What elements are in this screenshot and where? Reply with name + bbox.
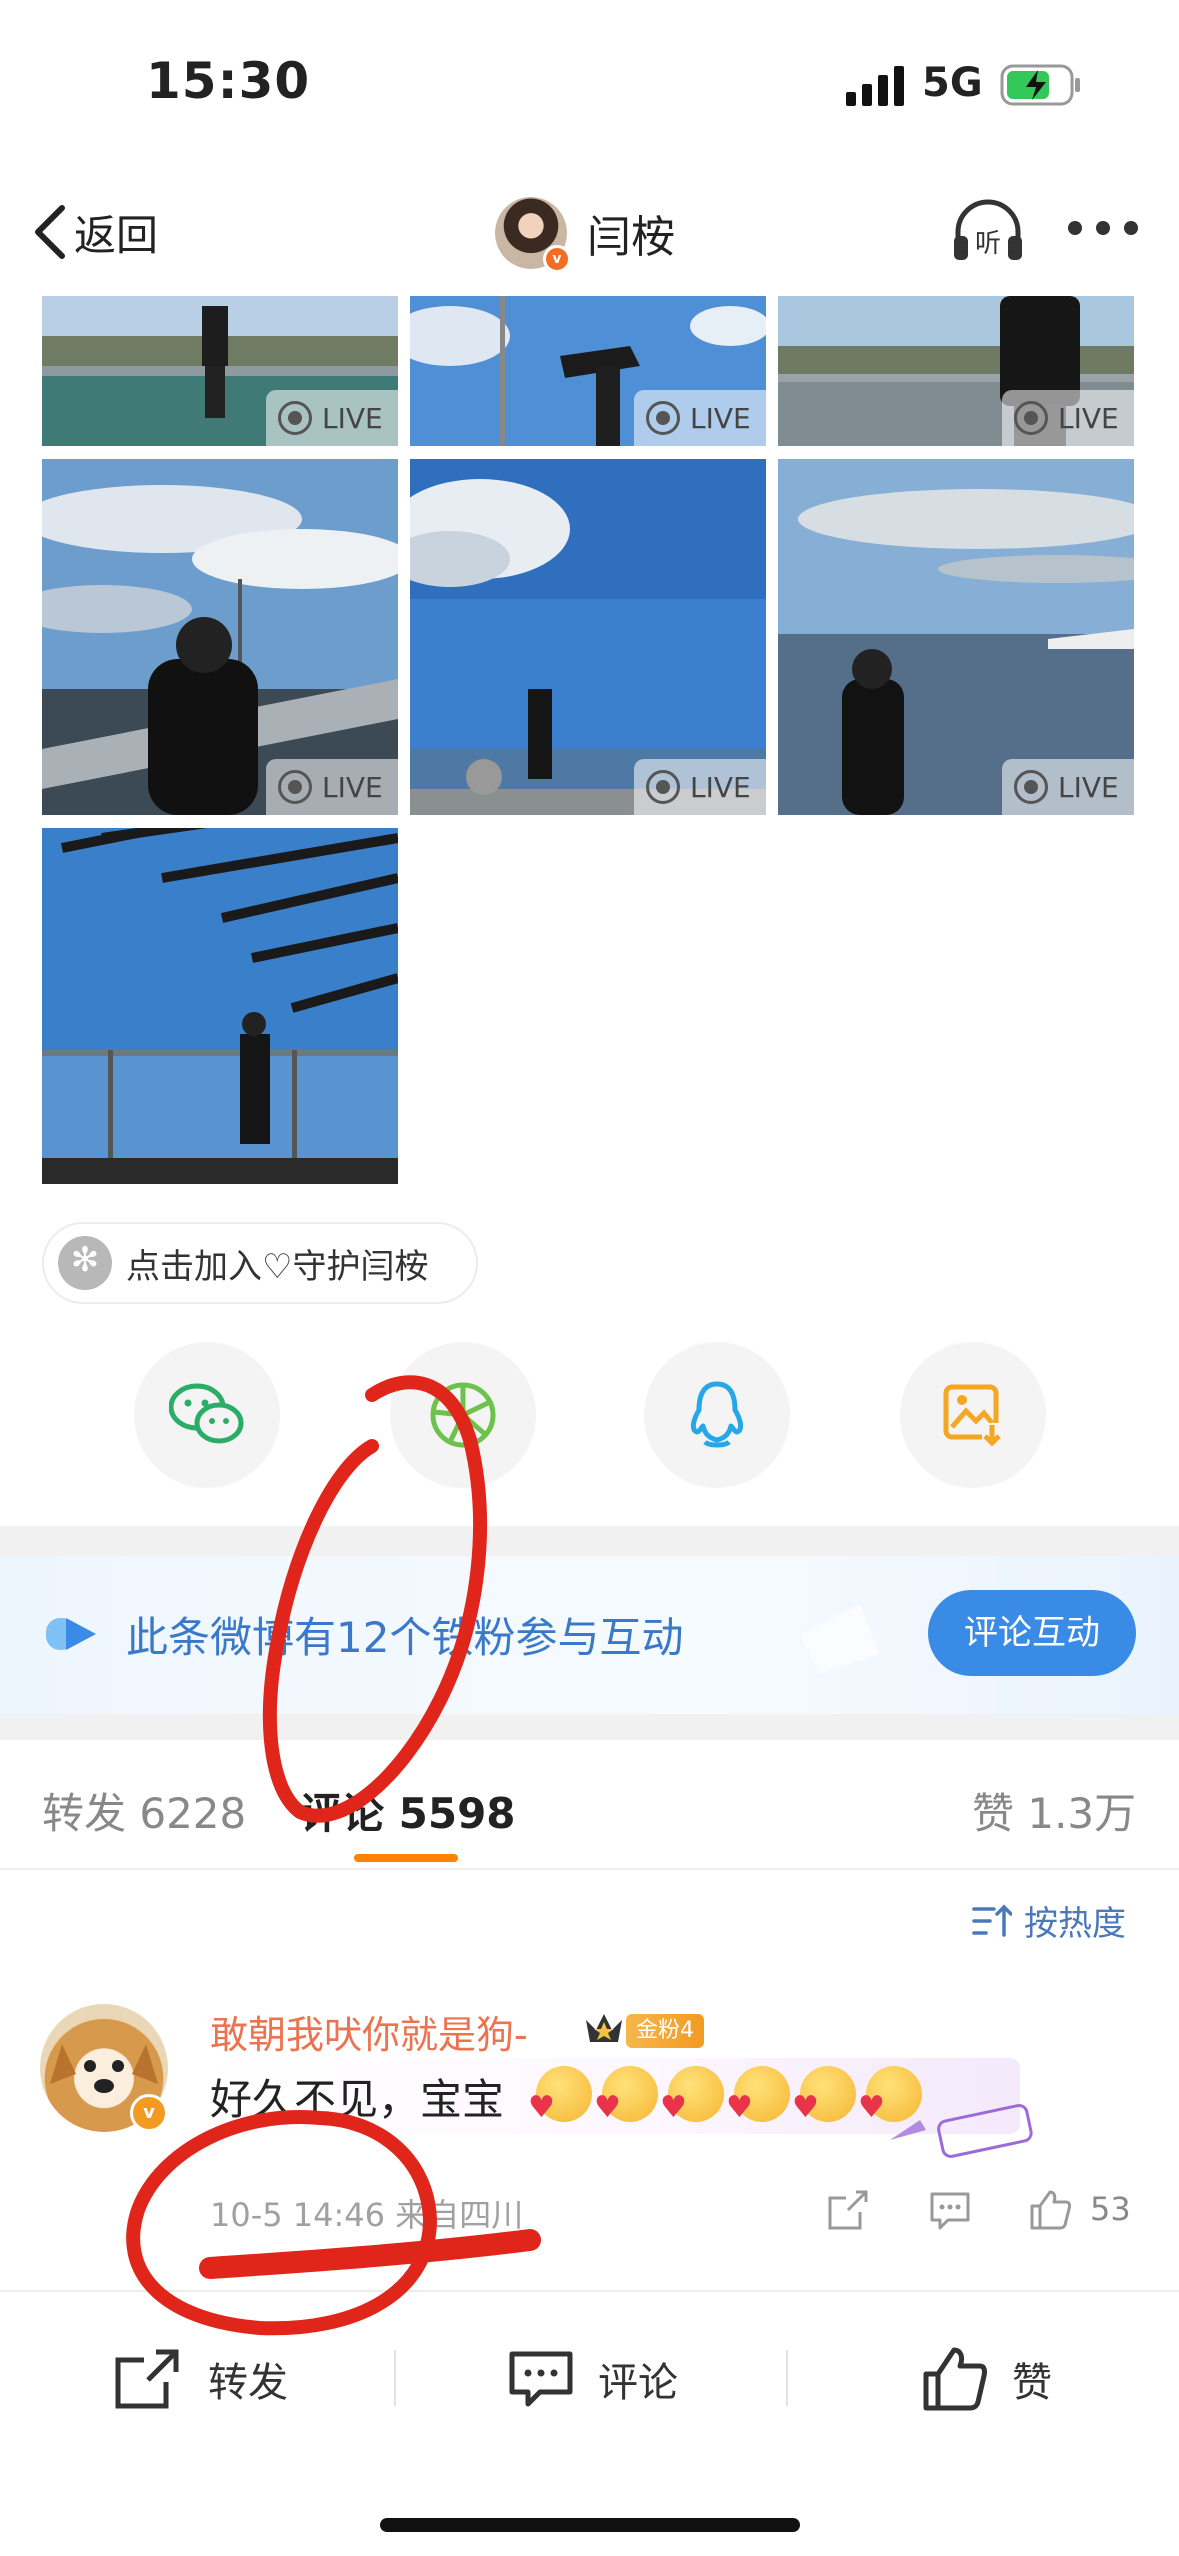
battery-icon bbox=[1000, 64, 1080, 106]
tab-repost[interactable]: 转发 6228 bbox=[42, 1780, 246, 1841]
section-divider bbox=[0, 1526, 1179, 1556]
divider bbox=[394, 2350, 396, 2406]
join-label: 点击加入♡守护闫桉 bbox=[126, 1246, 429, 1287]
comment-like-count: 53 bbox=[1090, 2190, 1131, 2228]
network-type: 5G bbox=[922, 60, 983, 106]
status-time: 15:30 bbox=[146, 52, 311, 110]
more-options-icon[interactable] bbox=[1068, 208, 1138, 248]
divider bbox=[786, 2350, 788, 2406]
fan-interaction-banner[interactable]: 此条微博有12个铁粉参与互动 评论互动 bbox=[0, 1556, 1179, 1714]
comment-interact-button[interactable]: 评论互动 bbox=[928, 1590, 1136, 1676]
svg-text:听: 听 bbox=[975, 229, 1001, 259]
live-icon bbox=[278, 770, 312, 804]
banner-text: 此条微博有12个铁粉参与互动 bbox=[126, 1613, 684, 1662]
commenter-name[interactable]: 敢朝我吠你就是狗- bbox=[210, 2004, 528, 2059]
join-fan-group-button[interactable]: 点击加入♡守护闫桉 bbox=[42, 1222, 478, 1304]
photo-2[interactable]: LIVE bbox=[410, 296, 766, 446]
share-wechat-button[interactable] bbox=[134, 1342, 280, 1488]
reply-comment-icon[interactable] bbox=[928, 2188, 972, 2232]
love-emoji-icon bbox=[792, 2066, 856, 2125]
qq-icon bbox=[690, 1381, 744, 1448]
comment-button[interactable]: 评论 bbox=[508, 2344, 678, 2414]
live-icon bbox=[1014, 401, 1048, 435]
bottom-action-bar: 转发 评论 赞 bbox=[0, 2290, 1179, 2556]
red-stroke-annotation bbox=[199, 2229, 541, 2279]
sort-by-hot-button[interactable]: 按热度 bbox=[972, 1896, 1126, 1945]
live-icon bbox=[646, 401, 680, 435]
tab-comments[interactable]: 评论 5598 bbox=[300, 1780, 516, 1841]
wechat-icon bbox=[169, 1383, 244, 1444]
like-icon bbox=[923, 2347, 987, 2411]
share-moments-button[interactable] bbox=[390, 1342, 536, 1488]
comment-label: 评论 bbox=[598, 2360, 678, 2406]
verified-badge-icon: v bbox=[130, 2094, 168, 2132]
live-badge: LIVE bbox=[1002, 390, 1134, 446]
photo-3[interactable]: LIVE bbox=[778, 296, 1134, 446]
banner-decoration-icon bbox=[800, 1604, 880, 1674]
live-badge: LIVE bbox=[1002, 759, 1134, 815]
live-badge: LIVE bbox=[634, 390, 766, 446]
love-emoji-icon bbox=[528, 2066, 592, 2125]
nav-bar: 返回 v 闫桉 听 bbox=[0, 170, 1179, 296]
verified-badge-icon: v bbox=[543, 245, 571, 273]
fan-level-badge: 金粉4 bbox=[626, 2014, 704, 2048]
share-save-image-button[interactable] bbox=[900, 1342, 1046, 1488]
like-label: 赞 bbox=[1012, 2360, 1052, 2406]
share-comment-icon[interactable] bbox=[826, 2188, 870, 2232]
chevron-left-icon bbox=[35, 205, 65, 259]
live-icon bbox=[646, 770, 680, 804]
live-badge: LIVE bbox=[266, 390, 398, 446]
live-icon bbox=[278, 401, 312, 435]
repost-icon bbox=[115, 2349, 179, 2409]
photo-5[interactable]: LIVE bbox=[410, 459, 766, 815]
love-emoji-icon bbox=[726, 2066, 790, 2125]
photo-1[interactable]: LIVE bbox=[42, 296, 398, 446]
tab-likes[interactable]: 赞 1.3万 bbox=[972, 1780, 1136, 1841]
play-arrows-icon bbox=[46, 1618, 96, 1650]
section-divider bbox=[0, 1714, 1179, 1740]
love-emoji-icon bbox=[594, 2066, 658, 2125]
photo-7[interactable] bbox=[42, 828, 398, 1184]
moments-icon bbox=[430, 1382, 496, 1448]
active-tab-indicator bbox=[354, 1854, 458, 1862]
love-emoji-icon bbox=[660, 2066, 724, 2125]
live-icon bbox=[1014, 770, 1048, 804]
live-badge: LIVE bbox=[634, 759, 766, 815]
commenter-avatar[interactable]: v bbox=[40, 2004, 168, 2132]
comment-icon bbox=[509, 2351, 573, 2407]
page-title: 闫桉 bbox=[587, 212, 675, 263]
photo-4[interactable]: LIVE bbox=[42, 459, 398, 815]
save-image-icon bbox=[943, 1384, 1004, 1447]
status-bar: 15:30 5G bbox=[0, 0, 1179, 170]
back-label: 返回 bbox=[74, 210, 159, 260]
fan-group-icon bbox=[58, 1236, 112, 1290]
photo-6[interactable]: LIVE bbox=[778, 459, 1134, 815]
live-badge: LIVE bbox=[266, 759, 398, 815]
sort-icon bbox=[972, 1904, 1012, 1937]
bubble-decoration-icon bbox=[890, 2103, 1033, 2158]
comment-meta: 10-5 14:46 来自四川 bbox=[210, 2196, 524, 2234]
crown-icon bbox=[586, 2014, 622, 2042]
avatar[interactable]: v bbox=[495, 197, 571, 273]
nav-user[interactable]: v 闫桉 bbox=[495, 188, 675, 278]
post-tabs: 转发 6228 评论 5598 赞 1.3万 bbox=[0, 1740, 1179, 1870]
weibo-post-page: 15:30 5G 返回 v 闫桉 听 LIVE LIVE LIVE LIVE L… bbox=[0, 0, 1179, 2556]
like-comment-icon[interactable] bbox=[1028, 2188, 1072, 2232]
like-button[interactable]: 赞 bbox=[922, 2344, 1052, 2414]
sort-label: 按热度 bbox=[1024, 1904, 1126, 1944]
repost-button[interactable]: 转发 bbox=[114, 2344, 288, 2414]
repost-label: 转发 bbox=[208, 2360, 288, 2406]
signal-icon bbox=[846, 66, 904, 106]
listen-headphones-icon[interactable]: 听 bbox=[950, 196, 1026, 266]
home-indicator bbox=[380, 2518, 800, 2532]
comment-text: 好久不见，宝宝 bbox=[210, 2075, 505, 2124]
share-qq-button[interactable] bbox=[644, 1342, 790, 1488]
back-button[interactable]: 返回 bbox=[30, 200, 158, 264]
